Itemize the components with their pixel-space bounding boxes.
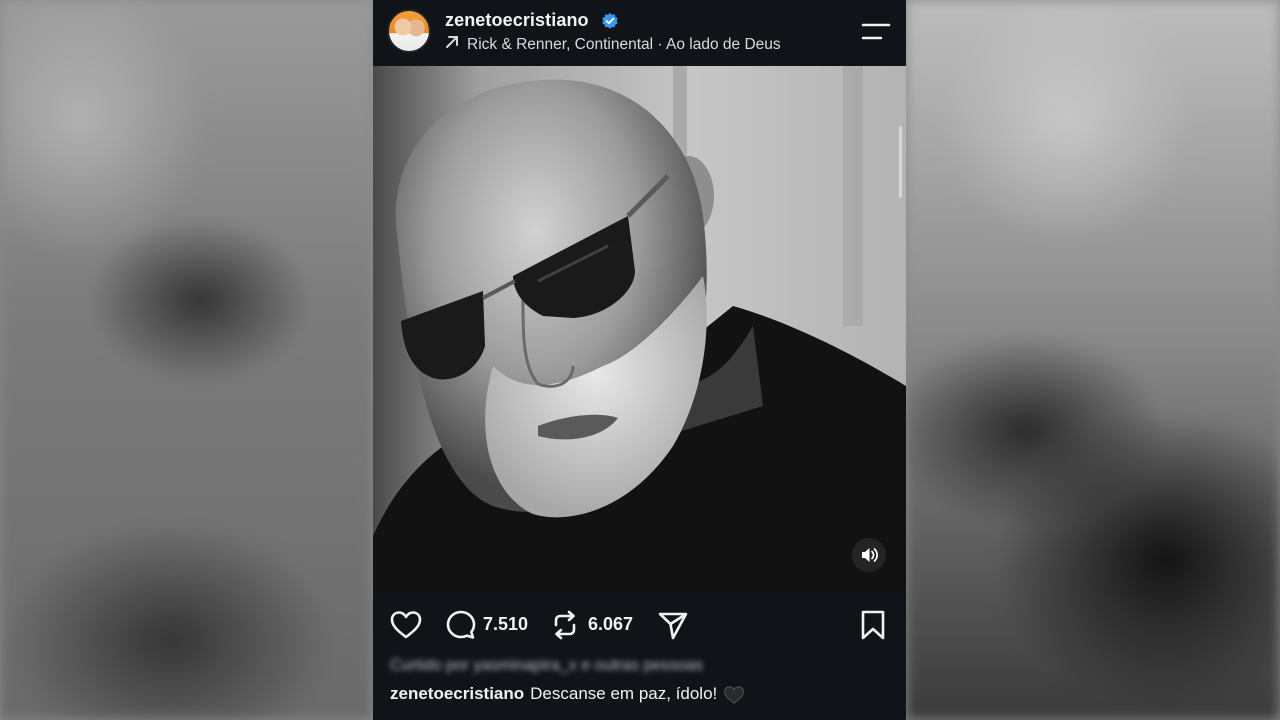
caption-text: Descanse em paz, ídolo! (530, 684, 718, 703)
menu-icon[interactable] (861, 21, 891, 43)
repost-icon[interactable] (550, 609, 580, 641)
post-photo[interactable] (373, 66, 906, 592)
comment-icon[interactable] (445, 609, 477, 641)
bookmark-icon[interactable] (859, 609, 887, 641)
speaker-icon (862, 548, 878, 562)
arrow-up-right-icon (446, 36, 458, 48)
share-icon[interactable] (657, 609, 689, 641)
portrait-image (373, 66, 906, 592)
comments-count[interactable]: 7.510 (483, 614, 528, 635)
caption-username[interactable]: zenetoecristiano (390, 684, 524, 703)
post-caption: zenetoecristiano Descanse em paz, ídolo! (390, 684, 745, 705)
like-heart-icon[interactable] (389, 609, 423, 641)
scroll-indicator (899, 126, 902, 198)
verified-badge-icon (602, 12, 618, 29)
black-heart-emoji-icon (724, 685, 745, 704)
post-username[interactable]: zenetoecristiano (445, 10, 589, 31)
audio-info-label: Rick & Renner, Continental · Ao lado de … (467, 36, 781, 53)
blurred-background-left (0, 0, 373, 720)
post-header: zenetoecristiano Rick & Renner, Continen… (373, 0, 906, 66)
sound-button[interactable] (852, 538, 886, 572)
audio-info[interactable]: Rick & Renner, Continental · Ao lado de … (445, 35, 781, 54)
liked-by-text[interactable]: Curtido por yasminapira_x e outras pesso… (390, 657, 703, 675)
action-bar: 7.510 6.067 (373, 592, 906, 658)
post-screen: zenetoecristiano Rick & Renner, Continen… (373, 0, 906, 720)
avatar[interactable] (387, 9, 431, 53)
reposts-count[interactable]: 6.067 (588, 614, 633, 635)
blurred-background-right (906, 0, 1280, 720)
